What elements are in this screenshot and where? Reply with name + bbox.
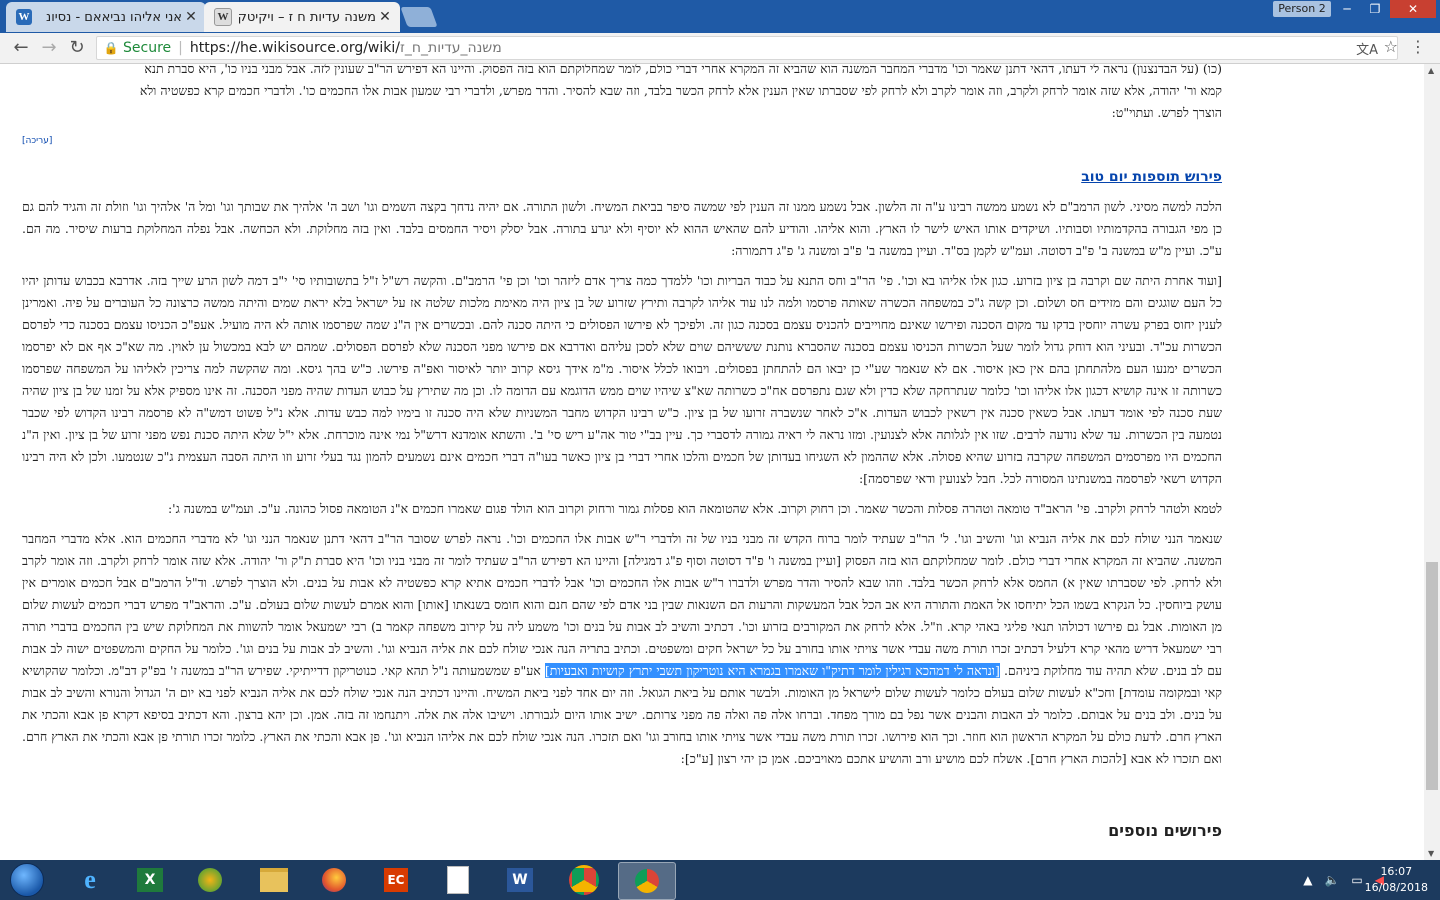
url-path: משנה_עדיות_ח_ז xyxy=(400,40,502,56)
browser-tab-strip: W אני אליהו נביאאם - נסיונ ✕ W משנה עדיו… xyxy=(0,0,1440,33)
profile-button[interactable]: Person 2 xyxy=(1273,1,1331,17)
browser-menu-icon[interactable]: ⋮ xyxy=(1410,37,1426,56)
tab-close-icon[interactable]: ✕ xyxy=(376,9,394,25)
commentary-paragraph: [ועוד אחרת היתה שם וקרבה בן ציון בזרוע. … xyxy=(22,273,1222,486)
clock-date: 16/08/2018 xyxy=(1364,881,1428,894)
office-app-icon[interactable]: EC xyxy=(370,862,422,898)
minimize-icon[interactable]: ─ xyxy=(1334,0,1360,18)
translate-icon[interactable]: 文A xyxy=(1356,39,1378,58)
internet-explorer-icon[interactable]: e xyxy=(64,862,116,898)
volume-icon[interactable]: 🔈 xyxy=(1324,873,1339,887)
tab-mishna-eduyot[interactable]: W משנה עדיות ח ז – ויקיטקסט ✕ xyxy=(204,2,400,32)
intro-line: הוצרך לפרש. ועתוי"ט: xyxy=(1111,105,1222,120)
scroll-thumb[interactable] xyxy=(1426,562,1438,790)
scroll-up-icon[interactable]: ▲ xyxy=(1428,66,1434,75)
forward-arrow-icon[interactable]: → xyxy=(37,37,61,59)
new-tab-button[interactable] xyxy=(400,7,438,27)
tab-nissim[interactable]: W אני אליהו נביאאם - נסיונ ✕ xyxy=(6,2,206,32)
page-viewport: (כו) (על הבדנצנון) נראה לי דעתו, דהאי דת… xyxy=(0,64,1424,860)
intro-line: קמא ור' יהודה, אלא שזה אומר לרחק ולקרב, … xyxy=(139,83,1222,98)
tab-close-icon[interactable]: ✕ xyxy=(182,9,200,25)
word-icon[interactable]: W xyxy=(494,862,546,898)
document-icon[interactable] xyxy=(432,862,484,898)
clock-time: 16:07 xyxy=(1380,865,1413,878)
lock-icon: 🔒 xyxy=(103,41,119,55)
section-heading[interactable]: פירוש תוספות יום טוב xyxy=(22,166,1222,188)
maximize-icon[interactable]: ❐ xyxy=(1362,0,1388,18)
chrome-icon[interactable] xyxy=(558,862,610,898)
reload-icon[interactable]: ↻ xyxy=(65,37,89,59)
network-icon[interactable]: ▭ xyxy=(1351,873,1362,887)
wikisource-favicon-icon: W xyxy=(214,8,232,26)
secure-label: Secure xyxy=(123,40,172,56)
media-player-icon[interactable] xyxy=(184,862,236,898)
address-separator: | xyxy=(178,40,183,56)
scroll-down-icon[interactable]: ▼ xyxy=(1428,849,1434,858)
next-section-heading: פירושים נוספים xyxy=(1108,821,1222,840)
bookmark-star-icon[interactable]: ☆ xyxy=(1384,37,1398,56)
back-arrow-icon[interactable]: ← xyxy=(9,37,33,59)
url-host: https://he.wikisource.org/wiki/ xyxy=(189,40,400,56)
paragraph-text: אע"פ שמשמעותה נ"ל תהא קאי. כנוטריקון דדי… xyxy=(22,663,1222,766)
wiki-favicon-icon: W xyxy=(16,9,32,25)
tray-expand-icon[interactable]: ▲ xyxy=(1303,873,1312,887)
tab-title: אני אליהו נביאאם - נסיונ xyxy=(46,9,182,25)
article-content: (כו) (על הבדנצנון) נראה לי דעתו, דהאי דת… xyxy=(22,64,1222,850)
paragraph-text: שנאמר הנני שולח לכם את אליה הנביא וגו' ו… xyxy=(22,531,1222,678)
page-scrollbar[interactable]: ▲ ▼ xyxy=(1424,64,1440,860)
browser-toolbar: ← → ↻ 🔒 Secure | https://he.wikisource.o… xyxy=(0,33,1440,64)
chrome-active-window-icon[interactable] xyxy=(618,862,676,900)
start-button[interactable] xyxy=(0,862,54,898)
commentary-paragraph: לטמא ולטהר לרחק ולקרב. פי' הראב"ד טומאה … xyxy=(167,501,1222,516)
excel-icon[interactable]: X xyxy=(124,862,176,898)
tab-title: משנה עדיות ח ז – ויקיטקסט xyxy=(239,9,376,25)
commentary-paragraph: שנאמר הנני שולח לכם את אליה הנביא וגו' ו… xyxy=(22,528,1222,770)
windows-taskbar: e X EC W ▲ 🔈 ▭ ◀ 16:07 16/08/2018 xyxy=(0,860,1440,900)
intro-line: (כו) (על הבדנצנון) נראה לי דעתו, דהאי דת… xyxy=(144,64,1222,76)
file-explorer-icon[interactable] xyxy=(248,862,300,898)
firefox-icon[interactable] xyxy=(308,862,360,898)
windows-logo-icon xyxy=(10,863,44,897)
edit-link[interactable]: [עריכה] xyxy=(22,130,1222,152)
commentary-paragraph: הלכה למשה מסיני. לשון הרמב"ם לא נשמע ממש… xyxy=(22,199,1222,258)
close-window-icon[interactable]: ✕ xyxy=(1390,0,1436,18)
selected-text: [ונראה לי דמהכא רגילין לומר דתיק"ו שאמרו… xyxy=(544,663,1000,678)
address-bar[interactable]: 🔒 Secure | https://he.wikisource.org/wik… xyxy=(96,36,1398,60)
system-clock[interactable]: 16:07 16/08/2018 xyxy=(1365,864,1428,896)
